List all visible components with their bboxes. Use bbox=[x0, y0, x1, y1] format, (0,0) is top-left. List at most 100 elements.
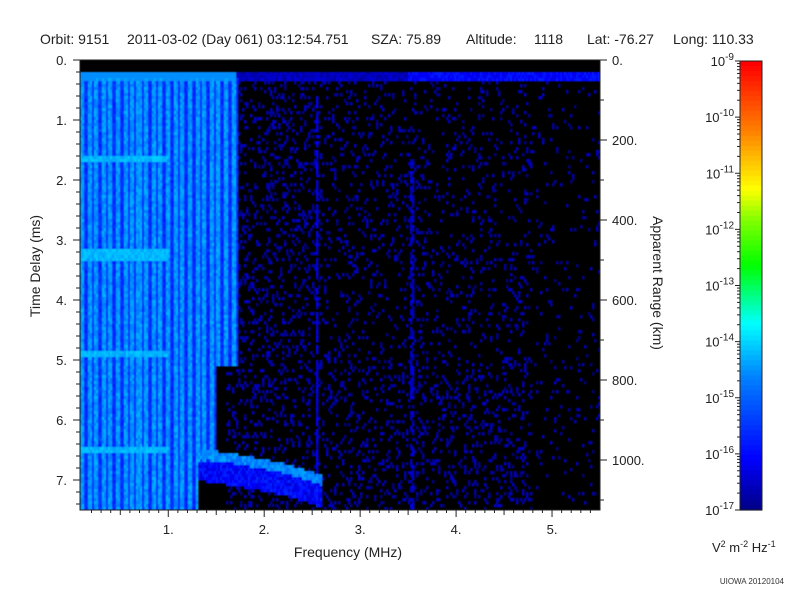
heatmap-cell bbox=[572, 156, 575, 160]
heatmap-cell bbox=[284, 111, 287, 115]
heatmap-cell bbox=[480, 87, 483, 91]
heatmap-cell bbox=[448, 114, 451, 118]
heatmap-cell bbox=[474, 150, 477, 154]
heatmap-cell bbox=[482, 177, 485, 181]
heatmap-cell bbox=[572, 177, 575, 181]
heatmap-cell bbox=[236, 192, 239, 196]
heatmap-cell bbox=[554, 180, 557, 184]
heatmap-cell bbox=[240, 117, 243, 121]
heatmap-cell bbox=[386, 189, 389, 193]
heatmap-cell bbox=[410, 192, 413, 196]
heatmap-cell bbox=[376, 180, 379, 184]
heatmap-cell bbox=[468, 192, 471, 196]
heatmap-cell bbox=[318, 174, 321, 178]
heatmap-cell bbox=[324, 141, 327, 145]
heatmap-cell bbox=[592, 138, 595, 142]
heatmap-cell bbox=[424, 186, 427, 190]
heatmap-cell bbox=[338, 81, 341, 85]
heatmap-cell bbox=[380, 105, 383, 109]
heatmap-cell bbox=[366, 147, 369, 151]
heatmap-cell bbox=[316, 96, 319, 100]
heatmap-cell bbox=[390, 165, 393, 169]
heatmap-cell bbox=[384, 81, 387, 85]
heatmap-cell bbox=[264, 162, 267, 166]
heatmap-cell bbox=[324, 81, 327, 85]
heatmap-cell bbox=[306, 180, 309, 184]
heatmap-cell bbox=[524, 201, 527, 205]
heatmap-cell bbox=[236, 87, 239, 91]
heatmap-cell bbox=[384, 168, 387, 172]
heatmap-cell bbox=[296, 159, 299, 163]
heatmap-cell bbox=[362, 150, 365, 154]
heatmap-cell bbox=[376, 183, 379, 187]
heatmap-cell bbox=[524, 189, 527, 193]
heatmap-cell bbox=[594, 195, 597, 199]
heatmap-cell bbox=[404, 129, 407, 133]
heatmap-cell bbox=[448, 96, 451, 100]
heatmap-cell bbox=[500, 183, 503, 187]
heatmap-cell bbox=[532, 132, 535, 136]
heatmap-cell bbox=[236, 120, 239, 124]
heatmap-cell bbox=[348, 81, 351, 85]
heatmap-cell bbox=[332, 183, 335, 187]
heatmap-cell bbox=[438, 198, 441, 202]
heatmap-cell bbox=[498, 90, 501, 94]
heatmap-cell bbox=[236, 96, 239, 100]
heatmap-cell bbox=[344, 99, 347, 103]
heatmap-cell bbox=[462, 132, 465, 136]
heatmap-cell bbox=[414, 168, 417, 172]
heatmap-cell bbox=[278, 138, 281, 142]
heatmap-cell bbox=[472, 126, 475, 130]
heatmap-cell bbox=[476, 159, 479, 163]
heatmap-cell bbox=[412, 141, 415, 145]
heatmap-cell bbox=[354, 111, 357, 115]
heatmap-cell bbox=[236, 102, 239, 106]
heatmap-cell bbox=[274, 141, 277, 145]
heatmap-cell bbox=[516, 105, 519, 109]
heatmap-cell bbox=[250, 99, 253, 103]
heatmap-cell bbox=[258, 135, 261, 139]
heatmap-cell bbox=[378, 96, 381, 100]
heatmap-cell bbox=[512, 171, 515, 175]
heatmap-cell bbox=[406, 183, 409, 187]
heatmap-cell bbox=[316, 159, 319, 163]
heatmap-cell bbox=[236, 114, 239, 118]
heatmap-cell bbox=[292, 174, 295, 178]
heatmap-cell bbox=[282, 171, 285, 175]
heatmap-cell bbox=[344, 117, 347, 121]
heatmap-cell bbox=[434, 195, 437, 199]
heatmap-cell bbox=[294, 141, 297, 145]
heatmap-cell bbox=[400, 180, 403, 184]
heatmap-cell bbox=[392, 183, 395, 187]
heatmap-cell bbox=[444, 108, 447, 112]
heatmap-cell bbox=[320, 84, 323, 88]
heatmap-cell bbox=[310, 102, 313, 106]
heatmap-cell bbox=[346, 90, 349, 94]
heatmap-cell bbox=[472, 132, 475, 136]
heatmap-cell bbox=[236, 153, 239, 157]
heatmap-cell bbox=[372, 81, 375, 85]
heatmap-cell bbox=[286, 186, 289, 190]
heatmap-cell bbox=[442, 132, 445, 136]
heatmap-cell bbox=[482, 180, 485, 184]
heatmap-cell bbox=[254, 165, 257, 169]
heatmap-cell bbox=[462, 120, 465, 124]
heatmap-cell bbox=[236, 105, 239, 109]
heatmap-cell bbox=[540, 96, 543, 100]
heatmap-cell bbox=[404, 99, 407, 103]
heatmap-cell bbox=[276, 171, 279, 175]
heatmap-cell bbox=[438, 87, 441, 91]
heatmap-cell bbox=[520, 84, 523, 88]
heatmap-cell bbox=[294, 189, 297, 193]
heatmap-cell bbox=[252, 147, 255, 151]
heatmap-cell bbox=[354, 81, 357, 85]
heatmap-cell bbox=[308, 96, 311, 100]
heatmap-cell bbox=[568, 123, 571, 127]
heatmap-cell bbox=[238, 141, 241, 145]
heatmap-cell bbox=[268, 87, 271, 91]
heatmap-cell bbox=[286, 135, 289, 139]
heatmap-cell bbox=[448, 150, 451, 154]
heatmap-cell bbox=[424, 165, 427, 169]
heatmap-cell bbox=[396, 189, 399, 193]
heatmap-cell bbox=[352, 132, 355, 136]
